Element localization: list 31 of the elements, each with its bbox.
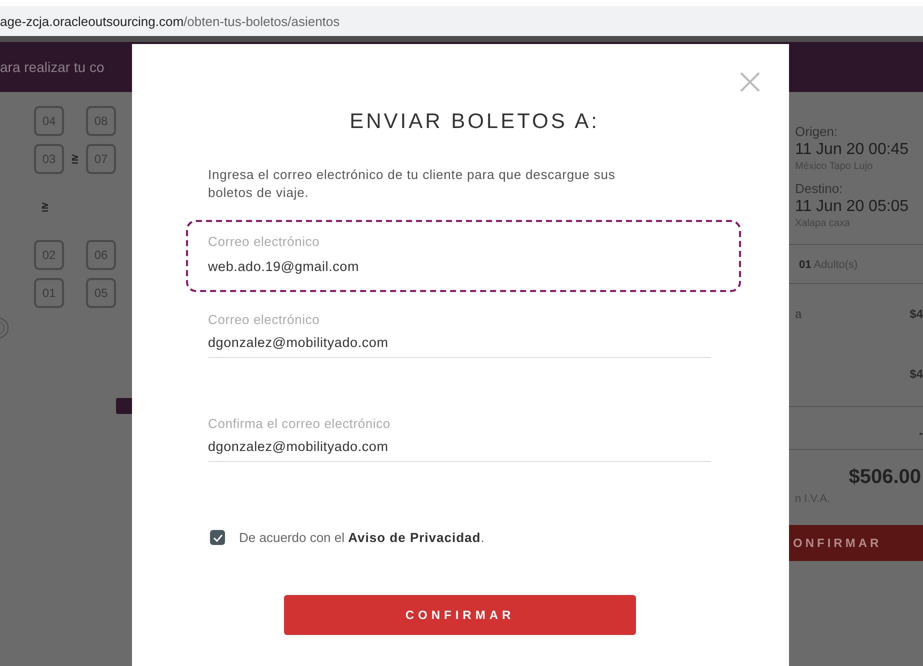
url-host: age-zcja.oracleoutsourcing.com [0, 14, 184, 28]
confirm-button[interactable]: ONFIRMAR [789, 525, 923, 561]
field-value: web.ado.19@gmail.com [208, 259, 360, 274]
consent-text: De acuerdo con el Aviso de Privacidad. [239, 530, 484, 545]
origin-label: Origen: [795, 124, 839, 139]
field-label: Correo electrónico [208, 312, 321, 327]
checkbox[interactable] [210, 530, 225, 545]
fare-label: a [795, 307, 802, 321]
field-label: Confirma el correo electrónico [208, 416, 392, 431]
check-icon [212, 534, 222, 542]
banner-text: ara realizar tu co [0, 59, 104, 75]
destination-label: Destino: [795, 181, 844, 196]
destination-time: 11 Jun 20 05:05 [795, 198, 910, 216]
modal-title: ENVIAR BOLETOS A: [348, 110, 600, 134]
aisle-marker-icon [42, 202, 48, 212]
field-value: dgonzalez@mobilityado.com [208, 335, 390, 350]
fare-amount: $4 [910, 307, 923, 321]
modal-description: Ingresa el correo electrónico de tu cliente para que descargue sus boletos de viaje. [208, 166, 616, 202]
fare-amount: $4 [910, 367, 923, 381]
total-amount: $506.00 [848, 466, 921, 489]
discount-amount: - [919, 426, 923, 440]
email-field[interactable]: Correo electrónico web.ado.19@gmail.com [186, 220, 741, 292]
field-value: dgonzalez@mobilityado.com [208, 439, 390, 454]
email-field[interactable]: Correo electrónico dgonzalez@mobilityado.com [208, 312, 711, 358]
aisle-marker-icon [72, 154, 78, 164]
origin-time: 11 Jun 20 00:45 [795, 141, 910, 159]
url-path: /obten-tus-boletos/asientos [184, 14, 340, 28]
address-bar[interactable]: age-zcja.oracleoutsourcing.com/obten-tus-boletos/asientos [0, 6, 923, 36]
field-label: Correo electrónico [208, 234, 321, 249]
email-field[interactable]: Confirma el correo electrónico dgonzalez@mobilityado.com [208, 416, 711, 462]
confirm-button[interactable]: CONFIRMAR [284, 595, 636, 635]
